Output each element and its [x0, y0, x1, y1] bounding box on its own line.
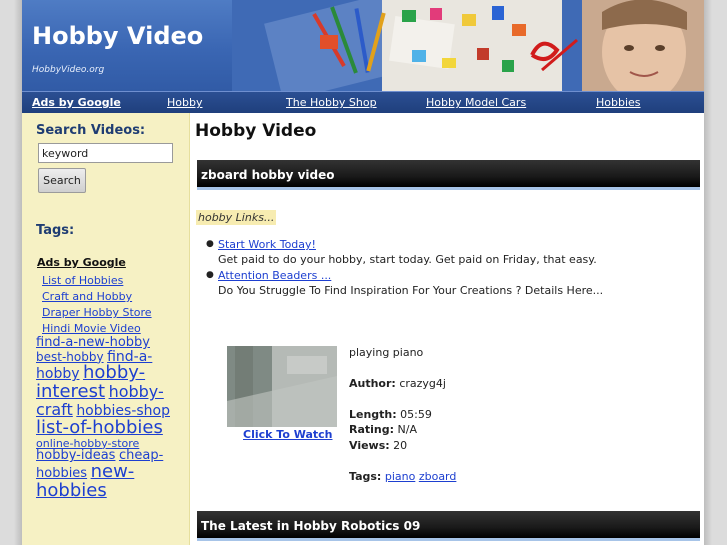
- site-header: Hobby Video HobbyVideo.org: [22, 0, 704, 91]
- views-label: Views:: [349, 439, 390, 452]
- ad-link-list: ● Start Work Today! Get paid to do your …: [206, 238, 698, 300]
- video-length-row: Length: 05:59: [349, 408, 432, 421]
- video-tag-zboard[interactable]: zboard: [419, 470, 457, 483]
- page-shadow-left: [14, 0, 22, 545]
- nav-link-hobbies[interactable]: Hobbies: [596, 96, 641, 109]
- nav-link-the-hobby-shop[interactable]: The Hobby Shop: [286, 96, 377, 109]
- author-value: crazyg4j: [399, 377, 446, 390]
- main-content: Hobby Video zboard hobby video hobby Lin…: [190, 113, 704, 545]
- length-label: Length:: [349, 408, 397, 421]
- hobby-links-label: hobby Links...: [196, 210, 277, 225]
- video-description: playing piano: [349, 346, 424, 359]
- page: Hobby Video HobbyVideo.org Ads by Google…: [22, 0, 704, 545]
- section-header-label: zboard hobby video: [201, 168, 335, 182]
- views-value: 20: [393, 439, 408, 452]
- section-header-label: The Latest in Hobby Robotics 09: [201, 519, 421, 533]
- nav-link-hobby[interactable]: Hobby: [167, 96, 202, 109]
- video-tags-row: Tags: piano zboard: [349, 470, 456, 483]
- top-nav: Ads by Google Hobby The Hobby Shop Hobby…: [22, 91, 704, 113]
- sidebar: Search Videos: Search Tags: Ads by Googl…: [22, 113, 190, 545]
- nav-ads-by-google[interactable]: Ads by Google: [32, 96, 121, 109]
- video-tag-piano[interactable]: piano: [385, 470, 415, 483]
- section-header-zboard: zboard hobby video: [197, 160, 700, 190]
- section-header-latest: The Latest in Hobby Robotics 09: [197, 511, 700, 541]
- site-title[interactable]: Hobby Video: [32, 22, 203, 50]
- header-banner-image: [232, 0, 704, 91]
- length-value: 05:59: [400, 408, 432, 421]
- tag-link[interactable]: list-of-hobbies: [36, 417, 163, 438]
- site-url: HobbyVideo.org: [32, 65, 105, 75]
- page-title: Hobby Video: [195, 121, 317, 141]
- rating-value: N/A: [397, 423, 417, 436]
- list-item: ● Start Work Today! Get paid to do your …: [206, 238, 698, 266]
- bullet-icon: ●: [206, 270, 214, 280]
- video-thumbnail[interactable]: [227, 346, 337, 427]
- bullet-icon: ●: [206, 239, 214, 249]
- click-to-watch-link[interactable]: Click To Watch: [243, 428, 332, 441]
- ad-link-hindi-movie-video[interactable]: Hindi Movie Video: [42, 322, 141, 335]
- ad-link-list-of-hobbies[interactable]: List of Hobbies: [42, 274, 123, 287]
- video-author-row: Author: crazyg4j: [349, 377, 446, 390]
- author-label: Author:: [349, 377, 396, 390]
- video-rating-row: Rating: N/A: [349, 423, 417, 436]
- sidebar-ads-by-google[interactable]: Ads by Google: [37, 256, 126, 269]
- ad-link-description: Get paid to do your hobby, start today. …: [218, 253, 597, 266]
- ad-link-attention-beaders[interactable]: Attention Beaders ...: [218, 269, 331, 282]
- search-input[interactable]: [38, 143, 173, 163]
- ad-link-draper-hobby-store[interactable]: Draper Hobby Store: [42, 306, 152, 319]
- list-item: ● Attention Beaders ... Do You Struggle …: [206, 269, 698, 297]
- tags-heading: Tags:: [36, 223, 75, 238]
- ad-link-start-work-today[interactable]: Start Work Today!: [218, 238, 316, 251]
- search-button[interactable]: Search: [38, 168, 86, 193]
- tag-cloud: find-a-new-hobby best-hobby find-a-hobby…: [36, 336, 176, 501]
- page-shadow-right: [704, 0, 712, 545]
- video-views-row: Views: 20: [349, 439, 407, 452]
- search-heading: Search Videos:: [36, 123, 146, 138]
- ad-link-craft-and-hobby[interactable]: Craft and Hobby: [42, 290, 132, 303]
- video-tags-label: Tags:: [349, 470, 382, 483]
- nav-link-hobby-model-cars[interactable]: Hobby Model Cars: [426, 96, 526, 109]
- ad-link-description: Do You Struggle To Find Inspiration For …: [218, 284, 604, 297]
- rating-label: Rating:: [349, 423, 395, 436]
